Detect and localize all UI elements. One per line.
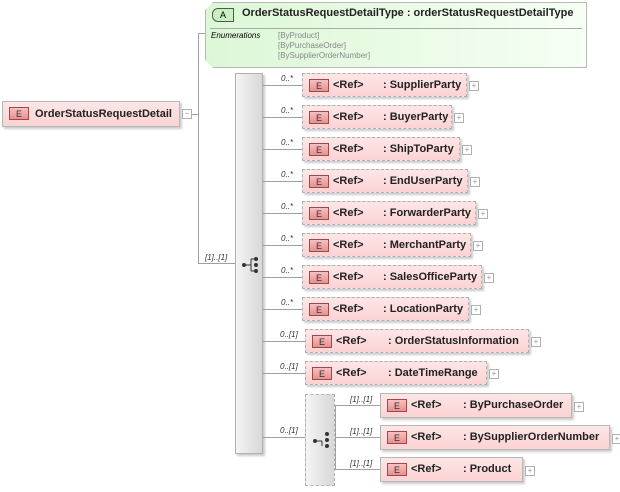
ref-label: <Ref> bbox=[333, 79, 364, 91]
element-datetimerange[interactable]: E <Ref> : DateTimeRange bbox=[305, 361, 487, 385]
expand-button[interactable]: + bbox=[473, 241, 483, 251]
ref-label: <Ref> bbox=[333, 239, 364, 251]
enum-value: [BySupplierOrderNumber] bbox=[278, 51, 371, 60]
element-icon: E bbox=[9, 107, 29, 120]
enum-value: [ByPurchaseOrder] bbox=[278, 41, 347, 50]
ref-label: <Ref> bbox=[333, 303, 364, 315]
element-product[interactable]: E <Ref> : Product bbox=[380, 457, 523, 482]
cardinality: 0..* bbox=[281, 234, 294, 243]
element-name: : BySupplierOrderNumber bbox=[463, 431, 600, 443]
element-icon: E bbox=[309, 271, 329, 284]
expand-button[interactable]: + bbox=[612, 434, 620, 444]
expand-button[interactable]: + bbox=[469, 81, 479, 91]
root-element[interactable]: E OrderStatusRequestDetail bbox=[2, 101, 180, 127]
element-locationparty[interactable]: E <Ref> : LocationParty bbox=[302, 297, 469, 321]
ref-label: <Ref> bbox=[333, 271, 364, 283]
expand-button[interactable]: + bbox=[489, 369, 499, 379]
element-icon: E bbox=[309, 207, 329, 220]
element-bysupplierordernumber[interactable]: E <Ref> : BySupplierOrderNumber bbox=[380, 425, 610, 450]
element-enduserparty[interactable]: E <Ref> : EndUserParty bbox=[302, 169, 468, 193]
ref-label: <Ref> bbox=[333, 207, 364, 219]
element-shiptoparty[interactable]: E <Ref> : ShipToParty bbox=[302, 137, 460, 161]
element-icon: E bbox=[309, 79, 329, 92]
element-icon: E bbox=[312, 367, 332, 380]
expand-button[interactable]: + bbox=[531, 337, 541, 347]
element-icon: E bbox=[387, 431, 407, 444]
choice-icon bbox=[313, 432, 329, 448]
cardinality: 0..* bbox=[281, 74, 294, 83]
ref-label: <Ref> bbox=[336, 335, 367, 347]
ref-label: <Ref> bbox=[411, 431, 442, 443]
element-name: : ByPurchaseOrder bbox=[463, 399, 564, 411]
ref-label: <Ref> bbox=[336, 367, 367, 379]
element-name: : BuyerParty bbox=[383, 111, 449, 123]
expand-button[interactable]: + bbox=[470, 177, 480, 187]
enum-value: [ByProduct] bbox=[278, 31, 320, 40]
element-icon: E bbox=[309, 143, 329, 156]
element-name: : MerchantParty bbox=[383, 239, 467, 251]
cardinality: [1]..[1] bbox=[350, 459, 373, 468]
expand-button[interactable]: + bbox=[525, 466, 535, 476]
element-icon: E bbox=[312, 335, 332, 348]
sequence-cardinality: [1]..[1] bbox=[205, 253, 228, 262]
element-name: : ForwarderParty bbox=[383, 207, 472, 219]
cardinality: 0..* bbox=[281, 106, 294, 115]
element-icon: E bbox=[309, 239, 329, 252]
attribute-type-box[interactable]: A OrderStatusRequestDetailType : orderSt… bbox=[205, 2, 587, 68]
ref-label: <Ref> bbox=[411, 463, 442, 475]
element-icon: E bbox=[309, 175, 329, 188]
element-buyerparty[interactable]: E <Ref> : BuyerParty bbox=[302, 105, 452, 129]
sequence-icon bbox=[242, 257, 258, 273]
ref-label: <Ref> bbox=[411, 399, 442, 411]
expand-button[interactable]: + bbox=[462, 145, 472, 155]
element-orderstatusinformation[interactable]: E <Ref> : OrderStatusInformation bbox=[305, 329, 529, 353]
attribute-icon: A bbox=[212, 8, 234, 22]
expand-button[interactable]: + bbox=[478, 209, 488, 219]
enumerations-label: Enumerations bbox=[211, 31, 261, 40]
cardinality: 0..* bbox=[281, 266, 294, 275]
cardinality: [1]..[1] bbox=[350, 427, 373, 436]
cardinality: 0..* bbox=[281, 298, 294, 307]
element-name: : Product bbox=[463, 463, 512, 475]
element-name: : EndUserParty bbox=[383, 175, 463, 187]
element-name: : ShipToParty bbox=[383, 143, 454, 155]
ref-label: <Ref> bbox=[333, 111, 364, 123]
cardinality: [1]..[1] bbox=[350, 395, 373, 404]
cardinality: 0..* bbox=[281, 202, 294, 211]
cardinality: 0..[1] bbox=[280, 362, 298, 371]
cardinality: 0..* bbox=[281, 138, 294, 147]
attribute-title: OrderStatusRequestDetailType : orderStat… bbox=[242, 7, 574, 19]
cardinality: 0..[1] bbox=[280, 330, 298, 339]
expand-button[interactable]: + bbox=[574, 402, 584, 412]
element-name: : LocationParty bbox=[383, 303, 464, 315]
element-icon: E bbox=[387, 399, 407, 412]
element-icon: E bbox=[309, 111, 329, 124]
element-name: : DateTimeRange bbox=[388, 367, 478, 379]
expand-button[interactable]: + bbox=[484, 273, 494, 283]
element-merchantparty[interactable]: E <Ref> : MerchantParty bbox=[302, 233, 471, 257]
choice-compositor[interactable] bbox=[305, 394, 335, 486]
element-supplierparty[interactable]: E <Ref> : SupplierParty bbox=[302, 73, 467, 97]
element-forwarderparty[interactable]: E <Ref> : ForwarderParty bbox=[302, 201, 476, 225]
ref-label: <Ref> bbox=[333, 175, 364, 187]
element-icon: E bbox=[387, 463, 407, 476]
expand-button[interactable]: + bbox=[454, 113, 464, 123]
collapse-button[interactable]: − bbox=[182, 109, 192, 119]
expand-button[interactable]: + bbox=[471, 305, 481, 315]
cardinality: 0..* bbox=[281, 170, 294, 179]
root-name: OrderStatusRequestDetail bbox=[35, 108, 172, 120]
sequence-compositor[interactable] bbox=[235, 73, 263, 454]
element-name: : OrderStatusInformation bbox=[388, 335, 519, 347]
ref-label: <Ref> bbox=[333, 143, 364, 155]
element-bypurchaseorder[interactable]: E <Ref> : ByPurchaseOrder bbox=[380, 393, 572, 418]
element-icon: E bbox=[309, 303, 329, 316]
separator bbox=[210, 28, 582, 29]
element-name: : SalesOfficeParty bbox=[383, 271, 478, 283]
element-salesofficeparty[interactable]: E <Ref> : SalesOfficeParty bbox=[302, 265, 482, 289]
element-name: : SupplierParty bbox=[383, 79, 462, 91]
choice-cardinality: 0..[1] bbox=[280, 426, 298, 435]
